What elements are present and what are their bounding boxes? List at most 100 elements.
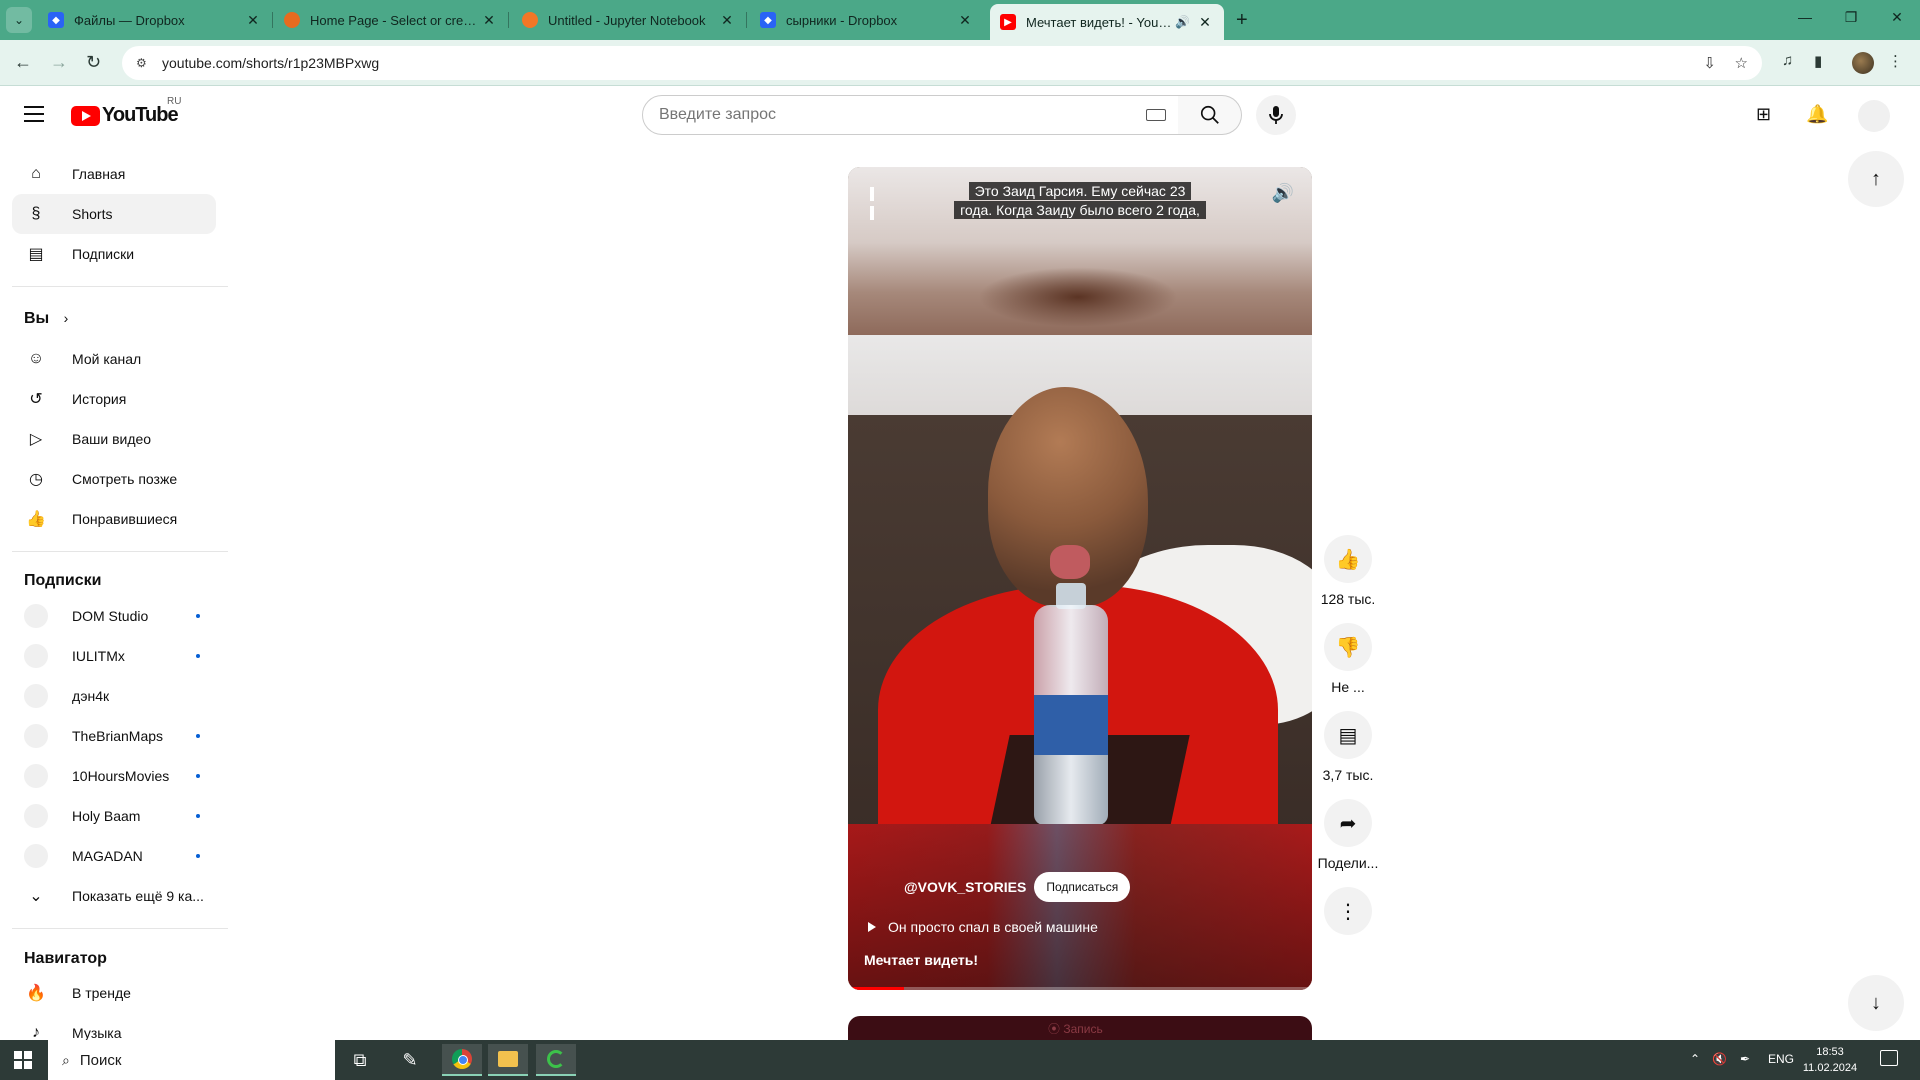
subscribe-button[interactable]: Подписаться xyxy=(1034,872,1131,902)
video-progress-bar[interactable] xyxy=(848,987,1312,990)
account-avatar[interactable] xyxy=(1858,100,1890,132)
system-clock[interactable]: 18:53 11.02.2024 xyxy=(1800,1044,1860,1076)
close-tab-icon[interactable]: ✕ xyxy=(956,12,974,29)
speaker-muted-icon[interactable]: 🔇 xyxy=(1712,1052,1727,1066)
linked-video-chip[interactable]: Он просто спал в своей машине xyxy=(868,919,1098,935)
search-input[interactable]: Введите запрос xyxy=(642,95,1179,135)
channel-handle[interactable]: @VOVK_STORIES xyxy=(904,879,1026,895)
thumbs-down-icon[interactable]: 👎 xyxy=(1324,623,1372,671)
previous-short-button[interactable]: ↑ xyxy=(1848,151,1904,207)
voice-search-button[interactable] xyxy=(1256,95,1296,135)
show-more-subscriptions[interactable]: ⌄ Показать ещё 9 ка... xyxy=(12,876,216,916)
bookmark-star-icon[interactable]: ☆ xyxy=(1735,54,1748,72)
sidebar-item-watch-later[interactable]: ◷ Смотреть позже xyxy=(12,459,216,499)
channel-name: TheBrianMaps xyxy=(72,728,164,744)
subscription-item[interactable]: TheBrianMaps xyxy=(12,716,216,756)
address-bar[interactable]: ⚙ youtube.com/shorts/r1p23MBPxwg ⇩ ☆ xyxy=(122,46,1762,80)
side-panel-icon[interactable]: ▮ xyxy=(1814,52,1822,70)
close-tab-icon[interactable]: ✕ xyxy=(1196,14,1214,31)
subscription-item[interactable]: Holy Baam xyxy=(12,796,216,836)
close-tab-icon[interactable]: ✕ xyxy=(244,12,262,29)
next-short-button[interactable]: ↓ xyxy=(1848,975,1904,1031)
input-language[interactable]: ENG xyxy=(1768,1052,1794,1066)
region-label: RU xyxy=(167,96,182,107)
search-button[interactable] xyxy=(1178,95,1242,135)
sidebar-item-home[interactable]: ⌂ Главная xyxy=(12,154,216,194)
channel-avatar xyxy=(24,804,48,828)
taskbar-search-input[interactable]: ⌕ Поиск xyxy=(48,1040,335,1080)
close-tab-icon[interactable]: ✕ xyxy=(480,12,498,29)
forward-icon[interactable]: → xyxy=(50,52,68,73)
browser-profile-avatar[interactable] xyxy=(1852,52,1874,74)
tab-search-button[interactable]: ⌄ xyxy=(6,7,32,33)
tray-expand-icon[interactable]: ⌃ xyxy=(1690,1052,1700,1066)
restore-icon[interactable]: ❐ xyxy=(1828,9,1874,26)
site-info-icon[interactable]: ⚙ xyxy=(136,56,152,70)
sidebar-item-trending[interactable]: 🔥 В тренде xyxy=(12,973,216,1013)
share-action[interactable]: ➦ Подели... xyxy=(1300,799,1396,871)
thumbs-up-icon[interactable]: 👍 xyxy=(1324,535,1372,583)
audio-playing-icon[interactable]: 🔊 xyxy=(1175,15,1190,29)
sidebar-item-liked[interactable]: 👍 Понравившиеся xyxy=(12,499,216,539)
subscription-item[interactable]: 10HoursMovies xyxy=(12,756,216,796)
youtube-logo[interactable]: YouTube RU xyxy=(71,96,181,127)
install-app-icon[interactable]: ⇩ xyxy=(1703,54,1716,72)
like-action[interactable]: 👍 128 тыс. xyxy=(1300,535,1396,607)
share-icon[interactable]: ➦ xyxy=(1324,799,1372,847)
reload-icon[interactable]: ↻ xyxy=(86,52,101,73)
sidebar-item-my-channel[interactable]: ☺ Мой канал xyxy=(12,339,216,379)
sidebar-item-shorts[interactable]: § Shorts xyxy=(12,194,216,234)
task-view-icon[interactable]: ⧉ xyxy=(340,1044,380,1076)
comment-icon[interactable]: ▤ xyxy=(1324,711,1372,759)
notification-center-icon[interactable] xyxy=(1880,1050,1898,1066)
comments-action[interactable]: ▤ 3,7 тыс. xyxy=(1300,711,1396,783)
subscription-item[interactable]: дэн4к xyxy=(12,676,216,716)
new-content-dot xyxy=(196,854,200,858)
subscription-item[interactable]: IULITMx xyxy=(12,636,216,676)
video-frame xyxy=(848,335,1312,824)
sidebar-item-history[interactable]: ↺ История xyxy=(12,379,216,419)
sidebar-item-your-videos[interactable]: ▷ Ваши видео xyxy=(12,419,216,459)
browser-tab-4[interactable]: ◆ сырники - Dropbox ✕ xyxy=(750,4,984,36)
browser-tab-1[interactable]: ◆ Файлы — Dropbox ✕ xyxy=(38,4,273,36)
close-window-icon[interactable]: ✕ xyxy=(1874,9,1920,26)
minimize-icon[interactable]: — xyxy=(1782,9,1828,25)
back-icon[interactable]: ← xyxy=(14,52,32,73)
pen-tray-icon[interactable]: ✒ xyxy=(1740,1052,1750,1066)
more-actions[interactable]: ⋮ xyxy=(1300,887,1396,935)
more-vertical-icon[interactable]: ⋮ xyxy=(1324,887,1372,935)
sidebar-item-subscriptions[interactable]: ▤ Подписки xyxy=(12,234,216,274)
close-tab-icon[interactable]: ✕ xyxy=(718,12,736,29)
windows-start-icon[interactable] xyxy=(14,1051,32,1069)
search-placeholder: Введите запрос xyxy=(659,106,776,123)
shorts-video-player[interactable]: 🔊 Это Заид Гарсия. Ему сейчас 23 года. К… xyxy=(848,167,1312,990)
subscription-item[interactable]: DOM Studio xyxy=(12,596,216,636)
media-control-icon[interactable]: ♫ xyxy=(1782,52,1793,69)
browser-tab-active[interactable]: ▶ Мечтает видеть! - YouTube 🔊 ✕ xyxy=(990,4,1224,40)
new-content-dot xyxy=(196,814,200,818)
sidebar-item-label: Подписки xyxy=(72,246,135,262)
browser-tab-2[interactable]: Home Page - Select or create a ✕ xyxy=(274,4,509,36)
notifications-bell-icon[interactable]: 🔔 xyxy=(1806,104,1828,125)
new-content-dot xyxy=(196,734,200,738)
sidebar-item-label: Смотреть позже xyxy=(72,471,178,487)
create-video-icon[interactable]: ⊞ xyxy=(1756,104,1771,125)
chrome-taskbar-button[interactable] xyxy=(442,1044,482,1076)
search-icon: ⌕ xyxy=(62,1051,70,1068)
menu-icon[interactable] xyxy=(24,106,44,127)
chrome-menu-icon[interactable]: ⋮ xyxy=(1888,52,1903,70)
sidebar-item-music[interactable]: ♪ Музыка xyxy=(12,1013,216,1040)
pen-app-icon[interactable]: ✎ xyxy=(390,1044,430,1076)
subscription-item[interactable]: MAGADAN xyxy=(12,836,216,876)
explorer-taskbar-button[interactable] xyxy=(488,1044,528,1076)
keyboard-icon[interactable] xyxy=(1146,109,1166,121)
browser-tab-3[interactable]: Untitled - Jupyter Notebook ✕ xyxy=(512,4,747,36)
short-title[interactable]: Мечтает видеть! xyxy=(864,952,978,968)
clock-time: 18:53 xyxy=(1816,1046,1844,1058)
new-tab-button[interactable]: + xyxy=(1236,9,1248,32)
app-taskbar-button[interactable] xyxy=(536,1044,576,1076)
sidebar-you-heading[interactable]: Вы › xyxy=(24,310,68,328)
next-short-preview[interactable]: ⦿ Запись xyxy=(848,1016,1312,1040)
home-icon: ⌂ xyxy=(31,165,41,182)
dislike-action[interactable]: 👎 Не ... xyxy=(1300,623,1396,695)
